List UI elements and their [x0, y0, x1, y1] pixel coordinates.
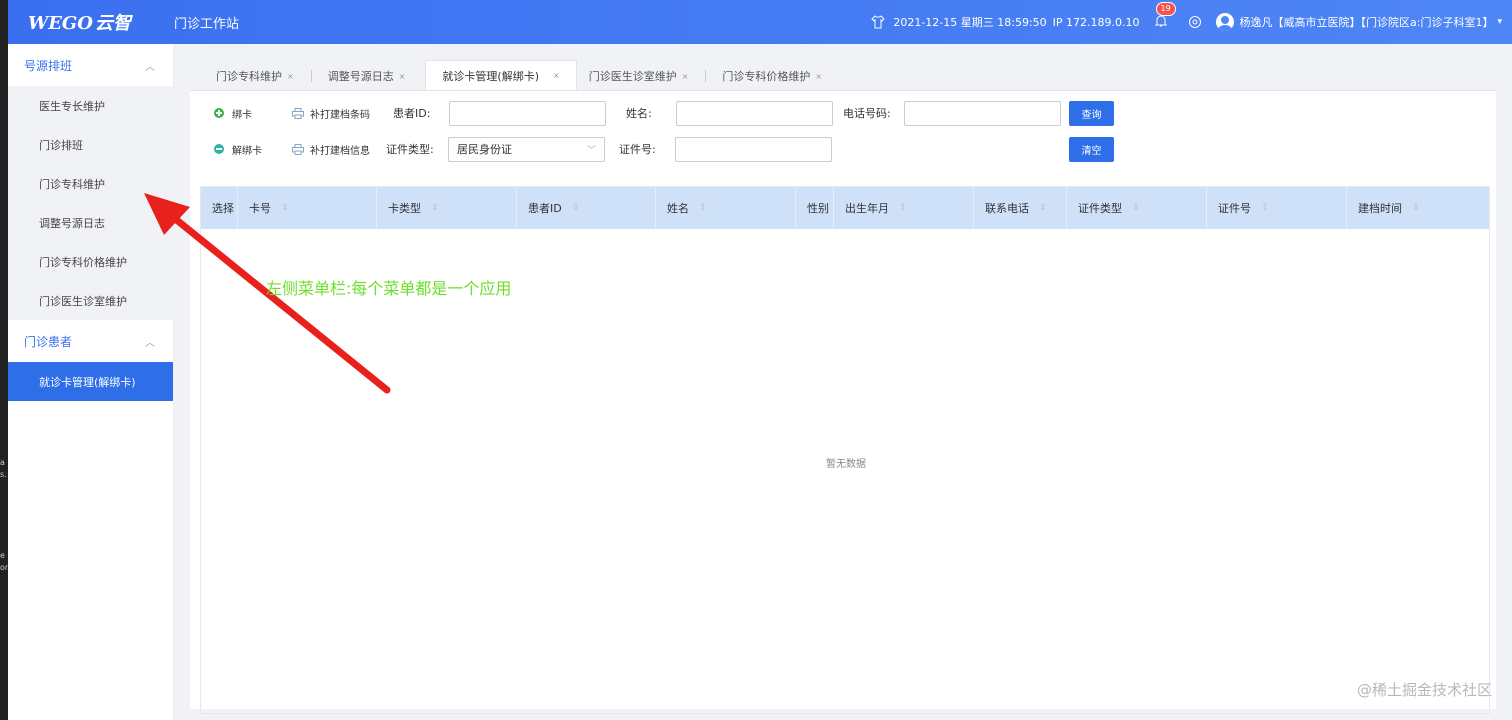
column-header[interactable]: 姓名 ⇕	[656, 187, 796, 229]
close-icon[interactable]: ×	[553, 71, 560, 80]
sidebar-item-outpatient-schedule[interactable]: 门诊排班	[8, 125, 173, 164]
sort-icon[interactable]: ⇕	[431, 203, 439, 213]
background-window-strip: a s. e on	[0, 0, 10, 720]
close-icon[interactable]: ×	[815, 72, 822, 81]
annotation-text: 左侧菜单栏:每个菜单都是一个应用	[266, 279, 512, 298]
patient-id-label: 患者ID:	[393, 107, 431, 120]
column-header[interactable]: 患者ID ⇕	[517, 187, 656, 229]
chevron-down-icon[interactable]: ▾	[1497, 17, 1502, 27]
column-label: 患者ID	[528, 202, 562, 215]
close-icon[interactable]: ×	[682, 72, 689, 81]
datetime: 2021-12-15 星期三 18:59:50	[893, 16, 1047, 29]
tab-label: 门诊医生诊室维护	[588, 70, 677, 83]
column-label: 建档时间	[1358, 202, 1402, 215]
chevron-up-icon: ︿	[145, 61, 155, 73]
query-button[interactable]: 查询	[1069, 100, 1114, 126]
sort-icon[interactable]: ⇕	[1039, 203, 1047, 213]
logo: WEGO 云智	[8, 9, 168, 35]
notification-badge: 19	[1155, 2, 1176, 16]
name-input[interactable]	[676, 100, 833, 126]
name-label: 姓名:	[626, 107, 652, 120]
phone-input[interactable]	[904, 100, 1061, 126]
column-label: 证件类型	[1078, 202, 1122, 215]
phone-label: 电话号码:	[843, 107, 891, 120]
top-header: WEGO 云智 门诊工作站 2021-12-15 星期三 18:59:50 IP…	[8, 0, 1512, 44]
notification-bell[interactable]: 19	[1154, 2, 1176, 30]
id-type-select[interactable]: 居民身份证 ﹀	[448, 136, 605, 162]
chevron-down-icon: ﹀	[586, 145, 596, 156]
background-text: e	[0, 551, 5, 560]
column-label: 姓名	[667, 202, 689, 215]
sort-icon[interactable]: ⇕	[899, 203, 907, 213]
app-title: 门诊工作站	[174, 16, 240, 32]
reprint-info-button[interactable]: 补打建档信息	[292, 142, 370, 157]
tab-bar: 门诊专科维护 × 调整号源日志 × 就诊卡管理(解绑卡) × 门诊医生诊室维护 × 门诊…	[190, 59, 1496, 91]
avatar[interactable]	[1215, 13, 1234, 31]
logo-text-cn: 云智	[95, 13, 131, 34]
unbind-card-button[interactable]: 解绑卡	[214, 142, 262, 157]
patient-id-input[interactable]	[449, 100, 606, 126]
tab-room-maintenance[interactable]: 门诊医生诊室维护 ×	[581, 62, 697, 90]
sort-icon[interactable]: ⇕	[1132, 203, 1140, 213]
sidebar-group-label: 门诊患者	[24, 334, 73, 349]
close-icon[interactable]: ×	[287, 72, 294, 81]
sidebar-group-schedule[interactable]: 号源排班 ︿	[8, 44, 173, 86]
column-header[interactable]: 证件类型 ⇕	[1067, 187, 1207, 229]
column-label: 证件号	[1218, 202, 1251, 215]
id-type-label: 证件类型:	[386, 143, 434, 156]
sort-icon[interactable]: ⇕	[1261, 203, 1269, 213]
tab-card-management[interactable]: 就诊卡管理(解绑卡) ×	[425, 60, 577, 90]
tab-label: 门诊专科维护	[216, 70, 282, 83]
search-row-2: 解绑卡 补打建档信息 证件类型: 居民身份证 ﹀ 证件号: 清空	[190, 135, 1496, 163]
column-header[interactable]: 证件号 ⇕	[1207, 187, 1347, 229]
tab-label: 调整号源日志	[327, 70, 394, 83]
unbind-card-label: 解绑卡	[232, 145, 262, 157]
sort-icon[interactable]: ⇕	[1412, 203, 1420, 213]
column-header[interactable]: 出生年月 ⇕	[834, 187, 974, 229]
id-type-value: 居民身份证	[457, 143, 512, 156]
column-label: 联系电话	[985, 202, 1029, 215]
logo-text: WEGO	[28, 13, 93, 34]
empty-state: 暂无数据	[826, 459, 866, 470]
search-row-1: 绑卡 补打建档条码 患者ID: 姓名: 电话号码: 查询	[190, 99, 1496, 127]
reprint-barcode-label: 补打建档条码	[310, 109, 370, 121]
column-label: 性别	[807, 202, 829, 215]
background-text: a	[0, 458, 5, 467]
shirt-icon[interactable]	[871, 15, 886, 29]
id-number-input[interactable]	[675, 136, 832, 162]
background-text: s.	[0, 470, 7, 479]
id-number-label: 证件号:	[619, 143, 656, 156]
header-right: 2021-12-15 星期三 18:59:50 IP 172.189.0.10 …	[871, 0, 1512, 44]
bell-icon	[1154, 15, 1167, 27]
column-label: 出生年月	[845, 202, 889, 215]
reprint-info-label: 补打建档信息	[310, 145, 370, 157]
sort-icon[interactable]: ⇕	[572, 203, 580, 213]
column-header[interactable]: 联系电话 ⇕	[974, 187, 1067, 229]
target-icon[interactable]	[1188, 15, 1202, 29]
column-header[interactable]: 性别	[796, 187, 834, 229]
tab-adjust-log[interactable]: 调整号源日志 ×	[310, 62, 414, 90]
user-info[interactable]: 杨逸凡【威高市立医院】【门诊院区a:门诊子科室1】	[1240, 14, 1494, 30]
plus-circle-icon	[214, 108, 224, 118]
column-header[interactable]: 建档时间 ⇕	[1347, 187, 1489, 229]
tab-label: 门诊专科价格维护	[722, 70, 811, 83]
minus-circle-icon	[214, 144, 224, 154]
sidebar-item-doctor-specialty[interactable]: 医生专长维护	[8, 86, 173, 125]
ip-address: IP 172.189.0.10	[1052, 15, 1140, 29]
close-icon[interactable]: ×	[399, 72, 406, 81]
clear-button[interactable]: 清空	[1069, 136, 1114, 162]
tab-label: 就诊卡管理(解绑卡)	[442, 69, 539, 83]
bind-card-label: 绑卡	[232, 109, 252, 121]
tab-specialty-maintenance[interactable]: 门诊专科维护 ×	[208, 62, 302, 90]
tab-price-maintenance[interactable]: 门诊专科价格维护 ×	[705, 62, 830, 90]
printer-icon	[292, 143, 304, 155]
reprint-barcode-button[interactable]: 补打建档条码	[292, 106, 370, 121]
sort-icon[interactable]: ⇕	[699, 203, 707, 213]
printer-icon	[292, 107, 304, 119]
watermark: @稀土掘金技术社区	[1356, 681, 1492, 699]
bind-card-button[interactable]: 绑卡	[214, 106, 252, 121]
sidebar-group-label: 号源排班	[24, 58, 73, 73]
